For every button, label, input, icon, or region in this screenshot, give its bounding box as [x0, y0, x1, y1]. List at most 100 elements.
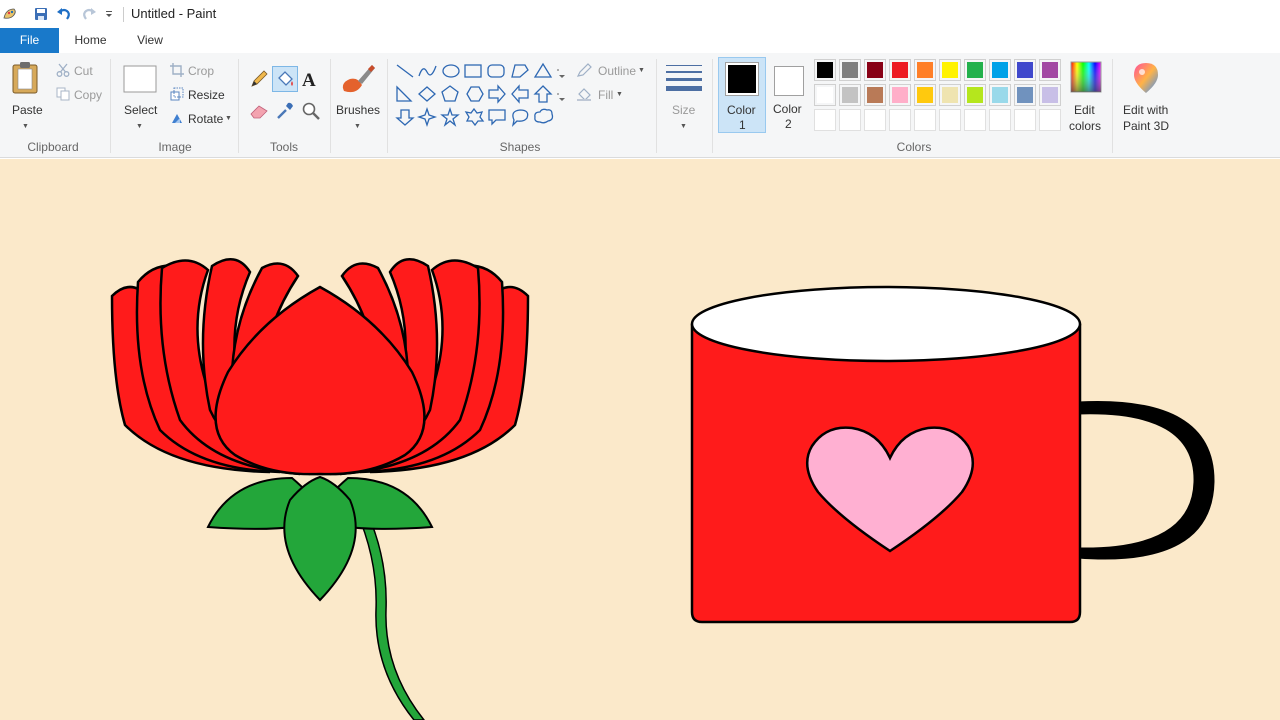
edit-colors-button[interactable]: Edit colors	[1064, 57, 1108, 137]
palette-swatch[interactable]	[839, 84, 861, 106]
text-tool-icon[interactable]: A	[300, 68, 322, 90]
outline-button[interactable]: Outline ▼	[574, 62, 650, 80]
resize-button[interactable]: Resize	[168, 86, 228, 104]
copy-button[interactable]: Copy	[54, 86, 104, 104]
paste-dropdown-icon: ▼	[22, 123, 29, 130]
color1-button[interactable]: Color 1	[718, 57, 766, 133]
paint-app-icon[interactable]	[2, 6, 18, 22]
resize-icon	[170, 87, 184, 101]
paste-button[interactable]: Paste ▼	[4, 57, 48, 133]
size-dropdown-icon: ▼	[680, 123, 687, 130]
color2-number: 2	[785, 117, 792, 131]
palette-swatch[interactable]	[989, 109, 1011, 131]
pencil-icon[interactable]	[248, 68, 270, 90]
palette-swatch[interactable]	[864, 84, 886, 106]
palette-swatch[interactable]	[914, 59, 936, 81]
palette-swatch[interactable]	[814, 84, 836, 106]
color2-swatch	[777, 69, 801, 93]
palette-swatch-color	[992, 62, 1008, 78]
palette-swatch[interactable]	[839, 109, 861, 131]
mug-handle	[1077, 400, 1215, 560]
palette-swatch[interactable]	[889, 59, 911, 81]
palette-swatch-color	[842, 62, 858, 78]
palette-swatch[interactable]	[964, 109, 986, 131]
brushes-label: Brushes	[336, 103, 381, 117]
palette-swatch-color	[967, 87, 983, 103]
palette-swatch[interactable]	[889, 84, 911, 106]
color1-swatch	[728, 65, 756, 93]
paint-bucket-icon	[278, 71, 293, 86]
rotate-icon	[172, 114, 182, 123]
crop-label: Crop	[188, 64, 215, 78]
group-separator	[1112, 59, 1113, 153]
rotate-button[interactable]: Rotate ▼	[168, 110, 234, 128]
eraser-icon[interactable]	[248, 100, 270, 122]
color-picker-icon[interactable]	[274, 100, 296, 122]
tab-home[interactable]: Home	[63, 28, 118, 53]
palette-swatch[interactable]	[964, 84, 986, 106]
size-button[interactable]: Size ▼	[662, 57, 706, 133]
palette-swatch[interactable]	[939, 109, 961, 131]
drawing-canvas[interactable]	[0, 159, 1280, 720]
size-label: Size	[672, 103, 696, 117]
paint3d-label-line2: Paint 3D	[1123, 119, 1170, 133]
cut-label: Cut	[74, 64, 93, 78]
palette-swatch[interactable]	[1014, 59, 1036, 81]
palette-swatch[interactable]	[989, 84, 1011, 106]
palette-swatch[interactable]	[1014, 109, 1036, 131]
tab-view[interactable]: View	[125, 28, 175, 53]
save-icon[interactable]	[33, 6, 49, 22]
group-separator	[238, 59, 239, 153]
color2-button[interactable]: Color 2	[770, 57, 810, 133]
tab-file[interactable]: File	[0, 28, 59, 53]
brushes-button[interactable]: Brushes ▼	[334, 57, 382, 133]
palette-swatch[interactable]	[964, 59, 986, 81]
palette-swatch[interactable]	[914, 84, 936, 106]
palette-swatch[interactable]	[1039, 59, 1061, 81]
palette-swatch[interactable]	[1039, 84, 1061, 106]
customize-dropdown-icon[interactable]	[104, 9, 114, 19]
color1-number: 1	[739, 118, 746, 132]
palette-swatch[interactable]	[864, 109, 886, 131]
scissors-icon	[56, 63, 70, 77]
palette-swatch[interactable]	[839, 59, 861, 81]
palette-swatch-color	[1017, 87, 1033, 103]
colors-group-label: Colors	[896, 140, 932, 154]
palette-swatch[interactable]	[939, 59, 961, 81]
window-title: Untitled - Paint	[131, 6, 217, 21]
palette-swatch[interactable]	[939, 84, 961, 106]
fill-dropdown-icon: ▼	[616, 91, 623, 98]
paint3d-label-line1: Edit with	[1123, 103, 1169, 117]
cut-button[interactable]: Cut	[54, 62, 104, 80]
palette-swatch[interactable]	[889, 109, 911, 131]
palette-swatch[interactable]	[989, 59, 1011, 81]
palette-swatch-color	[917, 62, 933, 78]
palette-swatch[interactable]	[814, 59, 836, 81]
outline-label: Outline	[598, 64, 637, 78]
crop-button[interactable]: Crop	[168, 62, 224, 80]
palette-swatch[interactable]	[914, 109, 936, 131]
palette-swatch-color	[942, 87, 958, 103]
undo-icon[interactable]	[56, 6, 72, 22]
palette-swatch[interactable]	[864, 59, 886, 81]
shapes-gallery[interactable]	[394, 62, 566, 138]
brush-icon	[342, 65, 375, 93]
palette-swatch[interactable]	[1014, 84, 1036, 106]
edit-with-paint3d-button[interactable]: Edit with Paint 3D	[1118, 57, 1176, 137]
svg-text:A: A	[302, 70, 316, 90]
line-size-icon	[666, 65, 702, 91]
copy-icon	[56, 87, 70, 101]
palette-swatch[interactable]	[814, 109, 836, 131]
shapes-scroll-icon[interactable]	[558, 69, 566, 119]
select-button[interactable]: Select ▼	[118, 57, 162, 133]
palette-swatch[interactable]	[1039, 109, 1061, 131]
copy-label: Copy	[74, 88, 103, 102]
group-separator	[110, 59, 111, 153]
select-label: Select	[124, 103, 158, 117]
fill-button[interactable]: Fill ▼	[574, 86, 630, 104]
palette-swatch-color	[817, 62, 833, 78]
redo-icon[interactable]	[81, 6, 97, 22]
magnifier-icon[interactable]	[300, 100, 322, 122]
paint3d-icon	[1134, 63, 1158, 93]
fill-with-color-button[interactable]	[272, 66, 298, 92]
